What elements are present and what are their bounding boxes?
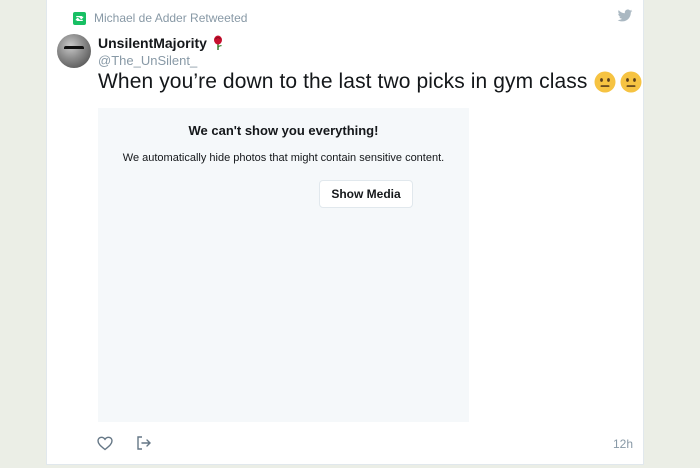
author-name-row: UnsilentMajority bbox=[98, 35, 224, 51]
author-display-name[interactable]: UnsilentMajority bbox=[98, 35, 207, 51]
tweet-text: When you’re down to the last two picks i… bbox=[98, 70, 588, 93]
rose-emoji-icon bbox=[212, 35, 224, 51]
neutral-face-emoji-icon bbox=[594, 71, 616, 93]
heart-icon[interactable] bbox=[96, 434, 114, 452]
sensitive-media-container: We can't show you everything! We automat… bbox=[98, 108, 469, 422]
avatar-glasses bbox=[64, 46, 84, 55]
share-icon[interactable] bbox=[135, 434, 153, 452]
twitter-bird-icon[interactable] bbox=[617, 9, 633, 28]
sensitive-media-title: We can't show you everything! bbox=[188, 123, 379, 138]
retweet-icon bbox=[73, 11, 86, 25]
sensitive-media-description: We automatically hide photos that might … bbox=[122, 152, 445, 164]
show-media-button[interactable]: Show Media bbox=[319, 180, 413, 208]
neutral-face-emoji-icon bbox=[620, 71, 642, 93]
author-handle[interactable]: @The_UnSilent_ bbox=[98, 53, 197, 68]
retweet-label[interactable]: Michael de Adder Retweeted bbox=[94, 11, 247, 25]
retweet-context: Michael de Adder Retweeted bbox=[73, 10, 247, 26]
tweet-card: Michael de Adder Retweeted UnsilentMajor… bbox=[46, 0, 644, 465]
tweet-body: When you’re down to the last two picks i… bbox=[98, 70, 642, 94]
avatar[interactable] bbox=[57, 34, 91, 68]
tweet-timestamp[interactable]: 12h bbox=[613, 437, 633, 451]
